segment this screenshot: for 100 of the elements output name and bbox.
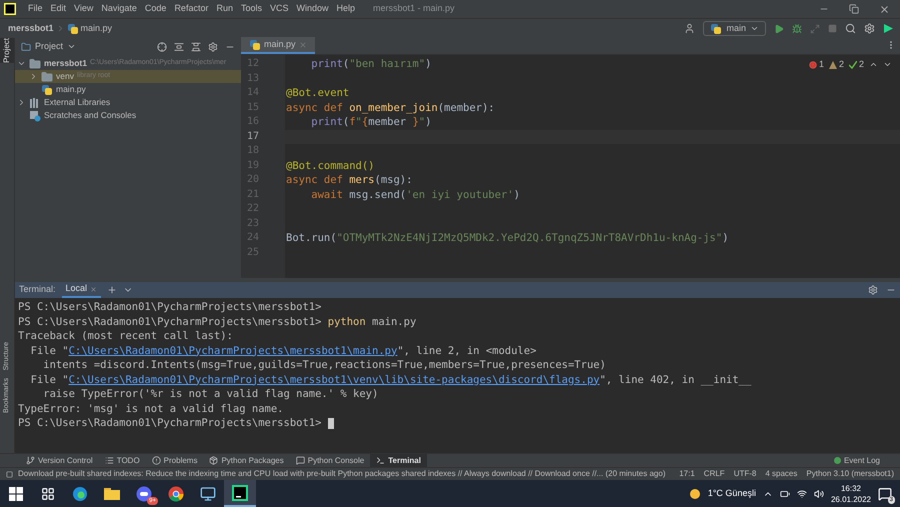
session-tab[interactable]: Local (62, 282, 102, 298)
chrome-icon[interactable] (168, 486, 184, 502)
code-line: Bot.run("OTMyMTk2NzE4NjI2MzQ5MDk2.YePd2Q.6TgnqZ5JNrT8AVrDh1u-knAg-js") (286, 231, 729, 246)
caret-icon[interactable] (67, 42, 76, 51)
code-line: @Bot.event (286, 86, 350, 100)
search-icon[interactable] (845, 23, 856, 34)
status-item[interactable]: CRLF (704, 468, 725, 480)
status-item[interactable]: 4 spaces (765, 468, 798, 480)
code-line: print(f"{member }") (310, 115, 432, 130)
user-icon[interactable] (684, 23, 696, 34)
tree-label: External Libraries (44, 96, 110, 109)
tool-window-tab[interactable]: Terminal (370, 454, 427, 468)
terminal-line: TypeError: 'msg' is not a valid flag name. (18, 402, 285, 416)
terminal-line: raise TypeError('%r is not a valid flag name.' % key) (42, 387, 380, 402)
tool-window-tab[interactable]: TODO (98, 454, 146, 468)
run-configuration-select[interactable]: main (703, 21, 766, 36)
folder-icon (41, 70, 53, 82)
terminal-line: File "C:\Users\Radamon01\PycharmProjects\merssbot1\venv\lib\site-packages\discord\flags.py", line 402, in __init__ (30, 372, 752, 387)
close-tab-icon[interactable] (90, 286, 98, 292)
weather-text[interactable]: 1°C Güneşli (708, 486, 756, 500)
tool-window-tab[interactable]: Problems (146, 454, 204, 468)
battery-icon[interactable] (780, 488, 790, 498)
pycharm-icon[interactable] (232, 484, 248, 500)
breadcrumb[interactable]: main.py (80, 22, 112, 36)
chevron-right-icon[interactable] (29, 72, 38, 81)
list-icon (104, 456, 114, 465)
status-item[interactable]: UTF-8 (734, 468, 756, 480)
settings-icon[interactable] (208, 42, 218, 52)
tree-label: Scratches and Consoles (44, 109, 136, 122)
package-icon (209, 456, 218, 465)
menu-item[interactable]: Code (140, 2, 170, 16)
menu-item[interactable]: Run (212, 2, 237, 16)
warning-icon (828, 60, 837, 69)
task-view-icon[interactable] (41, 486, 55, 500)
close-icon[interactable] (879, 4, 890, 14)
menu-item[interactable]: Refactor (170, 2, 212, 16)
typo-check-icon (848, 60, 857, 69)
menu-item[interactable]: File (24, 2, 47, 16)
status-item[interactable]: 17:1 (679, 468, 695, 480)
windows-start-icon[interactable] (9, 486, 23, 500)
restore-icon[interactable] (849, 4, 859, 14)
menu-item[interactable]: Help (332, 2, 360, 16)
settings-icon[interactable] (864, 23, 875, 34)
monitor-app-icon[interactable] (200, 486, 216, 502)
library-icon (29, 96, 41, 108)
run-icon[interactable] (774, 24, 784, 34)
inspection-count[interactable]: 2 (858, 58, 864, 72)
panel-title[interactable]: Project (35, 40, 64, 54)
python-file-icon (66, 22, 79, 34)
editor-tab[interactable]: main.py (241, 37, 315, 54)
menu-item[interactable]: Tools (236, 2, 266, 16)
collapse-all-icon[interactable] (191, 42, 201, 52)
code-line: await msg.send('en iyi youtuber') (310, 188, 520, 202)
code-line: async def on_member_join(member): (286, 100, 495, 115)
browser-icon[interactable] (72, 486, 88, 502)
tree-label: main.py (56, 83, 86, 96)
wifi-icon[interactable] (796, 488, 807, 498)
tool-window-tab[interactable]: Python Packages (203, 454, 290, 468)
taskbar-button[interactable] (224, 480, 256, 507)
inspection-count[interactable]: 1 (818, 58, 824, 72)
code-line: print("ben haırım") (310, 57, 432, 72)
terminal-line: PS C:\Users\Radamon01\PycharmProjects\merssbot1> (18, 416, 900, 430)
terminal-line: intents =discord.Intents(msg=True,guilds=True,reactions=True,members=True,presences=True) (42, 358, 607, 372)
chevron-down-icon[interactable] (17, 59, 26, 68)
inspection-count[interactable]: 2 (838, 58, 844, 72)
volume-icon[interactable] (814, 488, 824, 498)
terminal-line: PS C:\Users\Radamon01\PycharmProjects\merssbot1> (18, 300, 322, 314)
status-message: Download pre-built shared indexes: Reduce the indexing time and CPU load with pre-built Python packages shared indexes // Always download // Download once //... (20 minutes ago) (18, 468, 666, 480)
tree-label: venv (56, 70, 74, 83)
notifications-icon[interactable] (878, 486, 892, 500)
caret-icon (750, 24, 759, 33)
tree-label: merssbot1 (44, 57, 87, 70)
breadcrumb[interactable]: merssbot1 (8, 22, 54, 36)
debug-icon[interactable] (792, 24, 802, 34)
folder-icon[interactable] (104, 486, 120, 500)
pycharm-logo-icon (4, 3, 16, 15)
clock[interactable]: 16:32 26.01.2022 (830, 482, 871, 504)
menu-item[interactable]: Navigate (97, 2, 141, 16)
weather-sun-icon[interactable] (688, 488, 701, 500)
menu-item[interactable]: VCS (266, 2, 292, 16)
python-icon (710, 22, 722, 34)
menu-item[interactable]: Window (292, 2, 333, 16)
settings-icon[interactable] (868, 285, 878, 295)
status-item[interactable]: Python 3.10 (merssbot1) (806, 468, 894, 480)
stripe-tab[interactable]: Project (0, 38, 14, 63)
python-file-icon (249, 38, 261, 50)
event-log-button[interactable]: Event Log (834, 454, 880, 466)
python-file-icon (41, 84, 53, 96)
plugin-logo-icon[interactable] (883, 23, 894, 34)
code-line: @Bot.command() (286, 158, 375, 173)
chevron-right-icon[interactable] (17, 98, 26, 107)
locate-icon[interactable] (157, 42, 167, 52)
expand-all-icon[interactable] (174, 42, 184, 52)
terminal-line: Traceback (most recent call last): (18, 329, 234, 344)
tool-window-tab[interactable]: Version Control (20, 454, 99, 468)
window-title: merssbot1 - main.py (373, 2, 455, 16)
menu-item[interactable]: View (70, 2, 98, 16)
tool-window-tab[interactable]: Python Console (290, 454, 370, 468)
menu-item[interactable]: Edit (46, 2, 70, 16)
add-icon[interactable] (107, 285, 118, 295)
